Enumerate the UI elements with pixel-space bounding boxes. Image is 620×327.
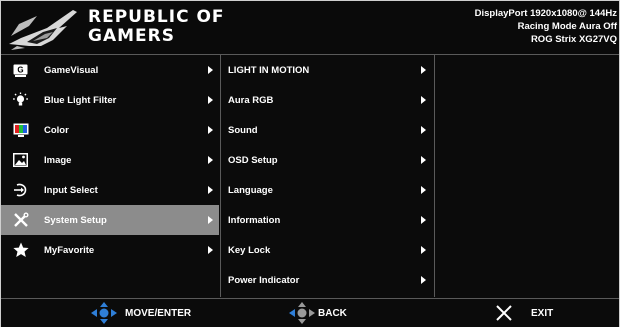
menu-item-gamevisual[interactable]: G GameVisual [1,55,219,85]
color-icon [12,122,29,139]
status-model: ROG Strix XG27VQ [530,34,617,45]
move-enter-label: MOVE/ENTER [125,307,192,319]
chevron-right-icon [208,96,213,104]
menu-item-label: MyFavorite [44,244,95,256]
osd-footer: MOVE/ENTER BACK EXIT [1,298,619,327]
chevron-right-icon [208,126,213,134]
menu-item-image[interactable]: Image [1,145,219,175]
submenu-item-label: Language [228,184,273,196]
osd-menu: REPUBLIC OF GAMERS DisplayPort 1920x1080… [0,0,620,327]
gamevisual-icon: G [12,62,29,79]
status-mode-aura: Racing Mode Aura Off [517,21,617,32]
submenu-item-label: Information [228,214,281,226]
submenu-item-label: Aura RGB [228,94,274,106]
star-icon [12,242,29,259]
submenu-item-osd-setup[interactable]: OSD Setup [221,145,434,175]
menu-item-label: Blue Light Filter [44,94,117,106]
image-icon [12,152,29,169]
back-hint[interactable]: BACK [287,299,347,327]
submenu-item-sound[interactable]: Sound [221,115,434,145]
exit-label: EXIT [531,307,554,319]
chevron-right-icon [421,66,426,74]
svg-text:G: G [17,65,23,74]
close-icon [496,305,512,321]
chevron-right-icon [421,276,426,284]
submenu-item-aura-rgb[interactable]: Aura RGB [221,85,434,115]
menu-item-label: Color [44,124,69,136]
menu-item-label: Image [44,154,72,166]
main-menu: G GameVisual Blue Light Filter Color Ima… [1,55,219,297]
chevron-right-icon [421,216,426,224]
chevron-right-icon [421,246,426,254]
submenu-item-light-in-motion[interactable]: LIGHT IN MOTION [221,55,434,85]
joystick-back-icon [289,302,315,324]
value-panel [434,55,620,297]
brand-logo-text: REPUBLIC OF GAMERS [88,8,225,46]
chevron-right-icon [421,96,426,104]
input-icon [12,182,29,199]
status-input-resolution: DisplayPort 1920x1080@ 144Hz [474,8,617,19]
submenu-item-label: OSD Setup [228,154,278,166]
menu-item-system-setup[interactable]: System Setup [1,205,219,235]
exit-hint[interactable]: EXIT [495,299,553,327]
joystick-move-icon [91,302,117,324]
submenu-item-label: Sound [228,124,258,136]
chevron-right-icon [421,156,426,164]
wrench-screwdriver-icon [12,212,29,229]
chevron-right-icon [208,246,213,254]
back-label: BACK [318,307,347,319]
submenu-item-label: LIGHT IN MOTION [228,64,310,76]
chevron-right-icon [421,186,426,194]
rog-logo-icon [9,10,77,50]
submenu-item-power-indicator[interactable]: Power Indicator [221,265,434,295]
chevron-right-icon [208,216,213,224]
submenu-item-information[interactable]: Information [221,205,434,235]
menu-item-label: Input Select [44,184,98,196]
osd-header: REPUBLIC OF GAMERS DisplayPort 1920x1080… [1,1,619,55]
system-setup-submenu: LIGHT IN MOTION Aura RGB Sound OSD Setup… [220,55,434,297]
menu-item-myfavorite[interactable]: MyFavorite [1,235,219,265]
chevron-right-icon [208,156,213,164]
chevron-right-icon [208,66,213,74]
submenu-item-key-lock[interactable]: Key Lock [221,235,434,265]
menu-item-color[interactable]: Color [1,115,219,145]
brand-line-1: REPUBLIC OF [88,7,225,27]
chevron-right-icon [421,126,426,134]
brand-line-2: GAMERS [88,26,175,46]
signal-status: DisplayPort 1920x1080@ 144Hz Racing Mode… [475,7,617,46]
move-enter-hint[interactable]: MOVE/ENTER [89,299,191,327]
menu-item-input-select[interactable]: Input Select [1,175,219,205]
menu-item-blue-light-filter[interactable]: Blue Light Filter [1,85,219,115]
menu-item-label: GameVisual [44,64,99,76]
chevron-right-icon [208,186,213,194]
bulb-icon [12,92,29,109]
submenu-item-label: Key Lock [228,244,271,256]
submenu-item-language[interactable]: Language [221,175,434,205]
menu-item-label: System Setup [44,214,107,226]
submenu-item-label: Power Indicator [228,274,300,286]
